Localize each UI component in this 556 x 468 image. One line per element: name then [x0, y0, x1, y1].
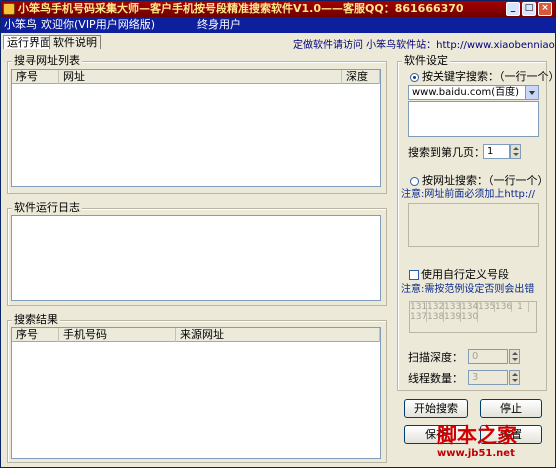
- prefix-textarea[interactable]: 131132133134135136 1 137138139130: [409, 301, 537, 333]
- start-search-button[interactable]: 开始搜索: [404, 399, 468, 418]
- custom-prefix-checkbox[interactable]: [409, 270, 419, 280]
- url-textarea[interactable]: [408, 203, 539, 247]
- search-url-list[interactable]: 序号 网址 深度: [11, 69, 381, 187]
- search-list-header: 序号 网址 深度: [12, 70, 380, 84]
- col-url[interactable]: 网址: [59, 70, 342, 84]
- keyword-search-label[interactable]: 按关键字搜索：（一行一个）: [422, 71, 556, 83]
- menu-welcome[interactable]: 欢迎你(VIP用户网络版): [41, 17, 155, 33]
- col-phone[interactable]: 手机号码: [59, 328, 176, 342]
- threads-spinner[interactable]: [509, 370, 520, 385]
- threads-label: 线程数量：: [408, 372, 463, 385]
- search-engine-value: www.baidu.com(百度): [412, 87, 520, 98]
- prefix-row-1: 131132133134135136 1: [410, 302, 536, 312]
- tab-software-help[interactable]: 软件说明: [49, 35, 101, 49]
- keyword-search-radio[interactable]: [410, 73, 419, 82]
- prefix-cell: 136: [495, 302, 513, 312]
- pages-label: 搜索到第几页：: [408, 146, 485, 159]
- prefix-cell: 130: [461, 312, 479, 322]
- col-index[interactable]: 序号: [12, 328, 59, 342]
- prefix-cell: 133: [444, 302, 462, 312]
- menu-lifetime[interactable]: 终身用户: [197, 17, 241, 33]
- tab-run-interface[interactable]: 运行界面: [3, 35, 55, 49]
- prefix-cell: 137: [410, 312, 428, 322]
- maximize-button[interactable]: □: [522, 2, 536, 16]
- watermark-logo: 脚本之家: [437, 423, 517, 447]
- custom-prefix-label[interactable]: 使用自行定义号段: [421, 269, 509, 281]
- minimize-button[interactable]: _: [506, 2, 520, 16]
- url-search-radio[interactable]: [410, 177, 419, 186]
- prefix-row-2: 137138139130: [410, 312, 536, 322]
- col-depth[interactable]: 深度: [342, 70, 380, 84]
- prefix-cell: 132: [427, 302, 445, 312]
- close-button[interactable]: ×: [538, 2, 552, 16]
- prefix-cell: 135: [478, 302, 496, 312]
- prefix-cell: 138: [427, 312, 445, 322]
- depth-label: 扫描深度：: [408, 351, 463, 364]
- col-source-url[interactable]: 来源网址: [176, 328, 380, 342]
- log-textarea[interactable]: [11, 215, 381, 301]
- custom-prefix-note: 注意:需按范例设定否则会出错: [401, 284, 535, 295]
- chevron-down-icon[interactable]: [525, 86, 538, 99]
- search-engine-select[interactable]: www.baidu.com(百度): [408, 85, 539, 100]
- window-title: 小笨鸟手机号码采集大师—客户手机按号段精准搜索软件V1.0——客服QQ：8616…: [18, 2, 464, 15]
- prefix-cell: 131: [410, 302, 428, 312]
- menu-bar: 小笨鸟 欢迎你(VIP用户网络版) 终身用户: [1, 17, 555, 33]
- prefix-cell: 134: [461, 302, 479, 312]
- results-header: 序号 手机号码 来源网址: [12, 328, 380, 342]
- site-link-text[interactable]: 定做软件请访问 小笨鸟软件站：http://www.xiaobenniao.co…: [293, 36, 556, 51]
- settings-title: 软件设定: [402, 54, 450, 67]
- results-list[interactable]: 序号 手机号码 来源网址: [11, 327, 381, 459]
- title-bar: 小笨鸟手机号码采集大师—客户手机按号段精准搜索软件V1.0——客服QQ：8616…: [1, 1, 555, 17]
- prefix-cell: 1: [512, 302, 529, 312]
- depth-spinner[interactable]: [509, 349, 520, 364]
- url-note: 注意:网址前面必须加上http://: [401, 189, 536, 200]
- prefix-cell: 139: [444, 312, 462, 322]
- menu-app-name[interactable]: 小笨鸟: [4, 17, 37, 33]
- url-search-label[interactable]: 按网址搜索：（一行一个）: [422, 175, 549, 187]
- depth-input[interactable]: 0: [468, 349, 508, 364]
- col-index[interactable]: 序号: [12, 70, 59, 84]
- search-list-title: 搜寻网址列表: [12, 54, 82, 67]
- keyword-textarea[interactable]: [408, 101, 539, 137]
- threads-input[interactable]: 3: [468, 370, 508, 385]
- watermark-url: www.jb51.net: [437, 448, 515, 459]
- log-title: 软件运行日志: [12, 201, 82, 214]
- stop-button[interactable]: 停止: [480, 399, 542, 418]
- app-icon: [3, 3, 15, 15]
- main-window: 小笨鸟手机号码采集大师—客户手机按号段精准搜索软件V1.0——客服QQ：8616…: [0, 0, 556, 468]
- pages-spinner[interactable]: [510, 144, 521, 159]
- results-title: 搜索结果: [12, 313, 60, 326]
- tab-bar: 运行界面 软件说明 定做软件请访问 小笨鸟软件站：http://www.xiao…: [1, 33, 556, 51]
- pages-input[interactable]: 1: [483, 144, 510, 159]
